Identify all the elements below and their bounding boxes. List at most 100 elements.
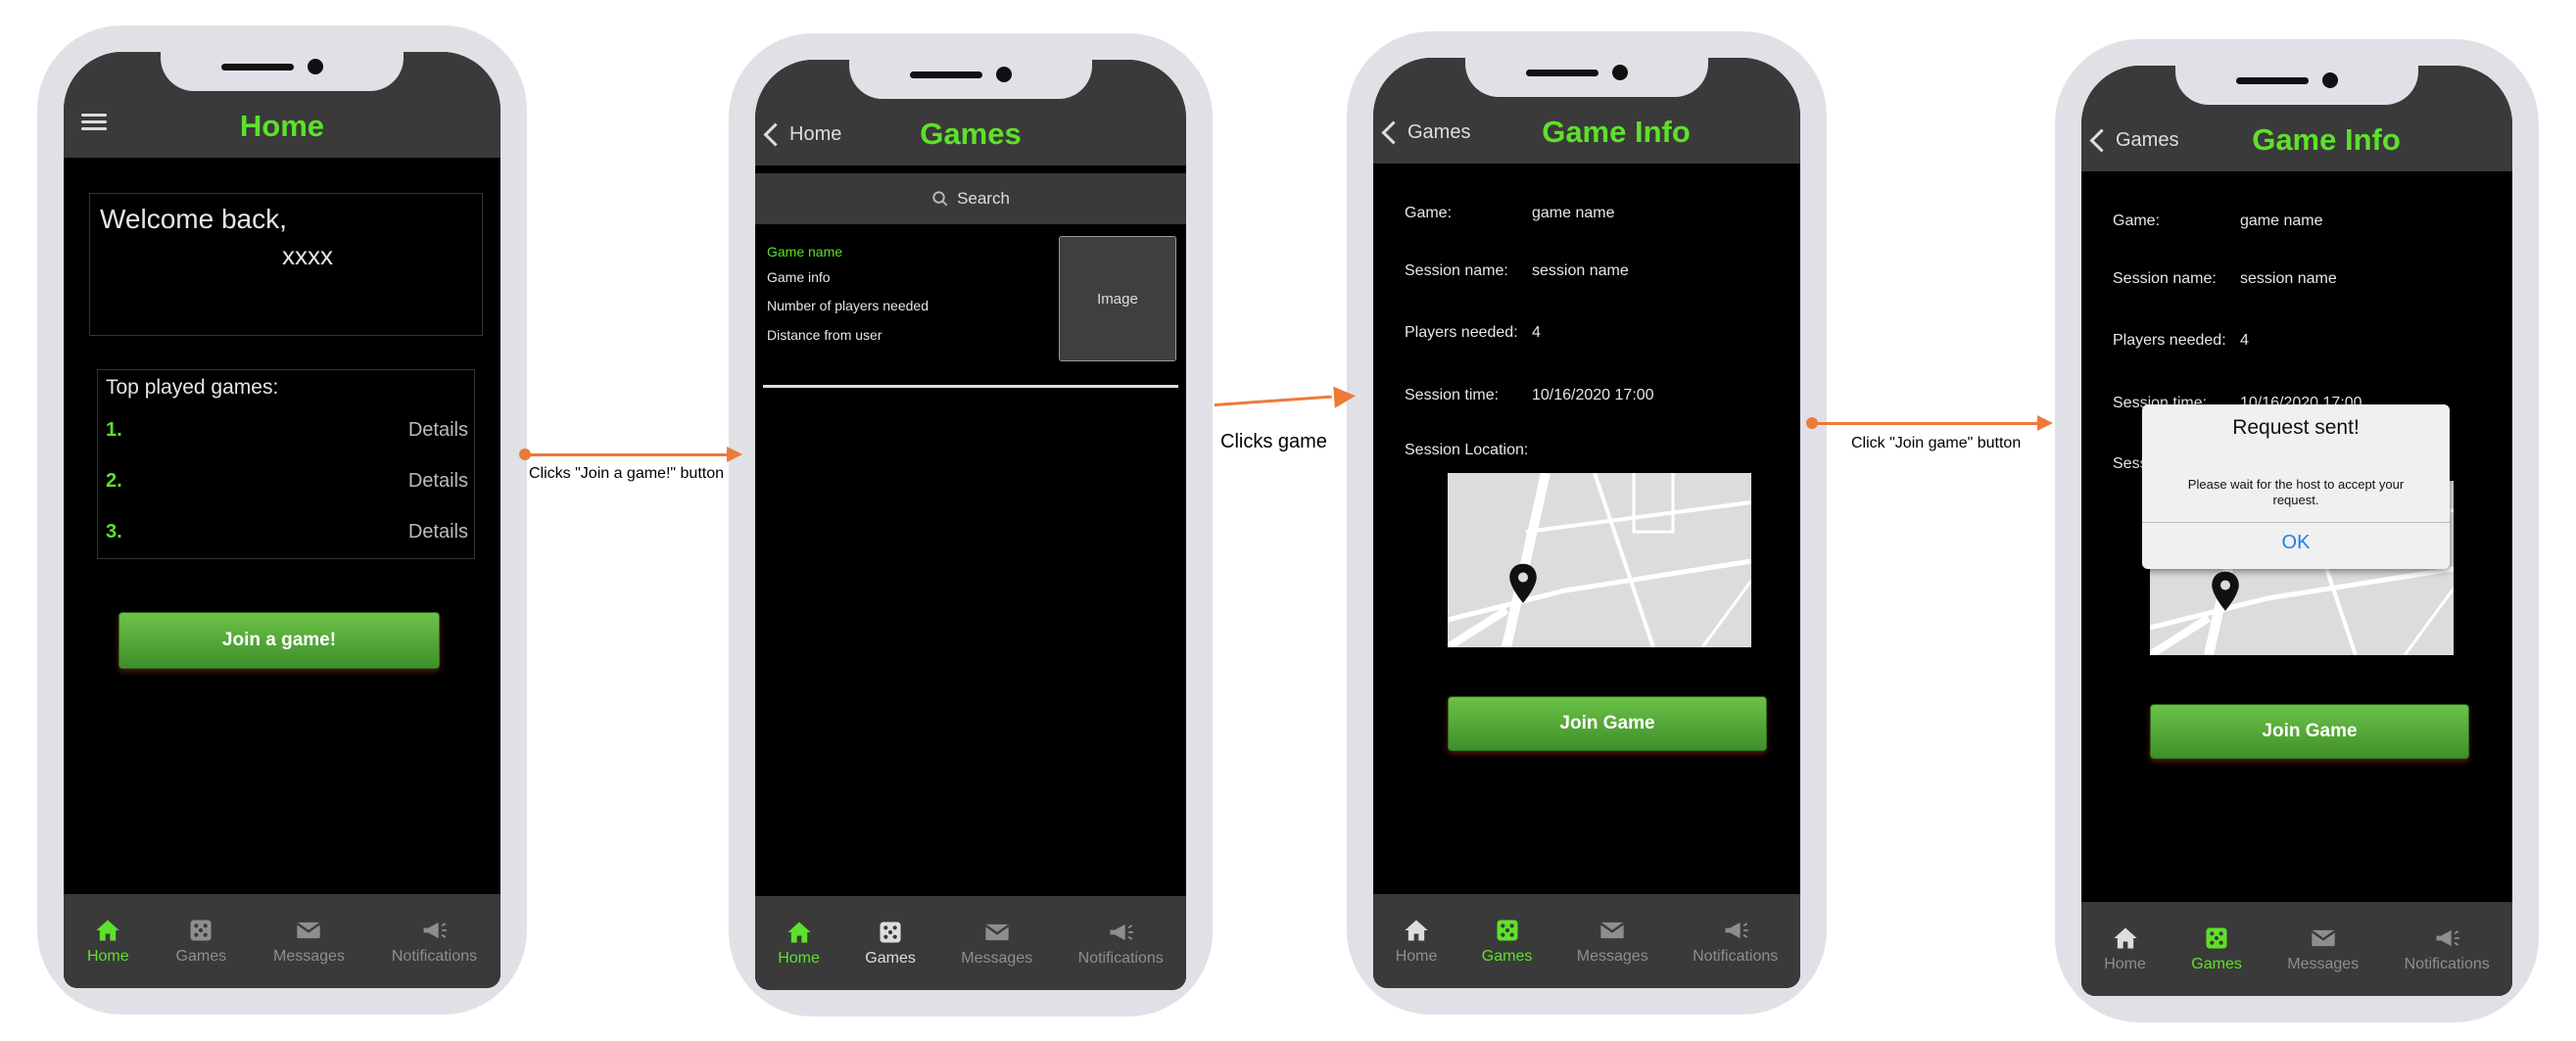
tab-bar: Home Games Messages Notifications [2081, 902, 2512, 996]
game-info-screen: Games Game Info Game: game name Session … [1373, 58, 1800, 988]
tab-label: Messages [1576, 948, 1648, 965]
phone-request-sent: Games Game Info Game: game name Session … [2055, 39, 2539, 1022]
details-link[interactable]: Details [408, 521, 468, 544]
distance: Distance from user [767, 327, 883, 343]
rank-number: 2. [106, 470, 122, 492]
phone-notch [1465, 58, 1708, 97]
search-input[interactable]: Search [957, 189, 1010, 209]
tab-label: Games [2191, 956, 2242, 972]
request-sent-dialog: Request sent! Please wait for the host t… [2142, 404, 2450, 569]
game-image-placeholder: Image [1059, 236, 1176, 361]
games-screen: Home Games Search Game name Game info Nu… [755, 60, 1186, 990]
players-needed: Number of players needed [767, 298, 929, 313]
tab-label: Messages [2287, 956, 2360, 972]
tab-label: Messages [273, 948, 345, 965]
tab-home[interactable]: Home [2104, 924, 2146, 973]
top-played-title: Top played games: [106, 376, 279, 399]
tab-home[interactable]: Home [1395, 917, 1438, 966]
join-game-button[interactable]: Join Game [2150, 704, 2469, 759]
page-title: Game Info [1542, 115, 1691, 149]
request-sent-screen: Games Game Info Game: game name Session … [2081, 66, 2512, 996]
tab-notifications[interactable]: Notifications [2405, 924, 2490, 973]
tab-games[interactable]: Games [1481, 917, 1533, 966]
tab-bar: Home Games Messages Notifications [1373, 894, 1800, 988]
phone-notch [161, 52, 404, 91]
tab-label: Home [86, 948, 129, 965]
tab-games[interactable]: Games [176, 917, 226, 966]
username-text: xxxx [282, 241, 333, 270]
flow-annotation: Click "Join game" button [1851, 435, 2022, 451]
tab-games[interactable]: Games [865, 919, 916, 968]
game-name: Game name [767, 244, 843, 260]
session-name-value: session name [2240, 270, 2337, 287]
envelope-icon [297, 922, 321, 939]
tab-games[interactable]: Games [2191, 924, 2242, 973]
search-bar[interactable]: Search [755, 173, 1186, 224]
megaphone-icon [423, 922, 448, 939]
dice-icon [1497, 920, 1518, 941]
arrow-line [1214, 395, 1332, 406]
page-title: Home [239, 109, 325, 143]
tab-label: Home [1395, 948, 1438, 965]
location-map[interactable] [1448, 473, 1751, 647]
tab-bar: Home Games Messages Notifications [755, 896, 1186, 990]
tab-label: Home [778, 950, 820, 967]
list-item[interactable]: 2. Details [106, 470, 468, 493]
join-game-button[interactable]: Join Game [1448, 696, 1767, 751]
page-title: Game Info [2252, 122, 2401, 157]
dice-icon [2206, 927, 2227, 949]
game-info: Game info [767, 269, 831, 285]
details-link[interactable]: Details [408, 419, 468, 442]
megaphone-icon [2436, 929, 2460, 947]
tab-messages[interactable]: Messages [961, 919, 1032, 968]
welcome-card: Welcome back, xxxx [89, 193, 483, 336]
tab-label: Games [1481, 948, 1533, 965]
session-time-label: Session time: [1405, 387, 1500, 403]
chevron-left-icon [2089, 128, 2114, 153]
players-needed-label: Players needed: [1405, 324, 1518, 341]
map-pin-icon [1509, 563, 1537, 603]
home-icon [1405, 920, 1428, 941]
image-label: Image [1097, 290, 1138, 308]
game-label: Game: [2113, 213, 2161, 229]
dialog-ok-button[interactable]: OK [2142, 532, 2450, 554]
phone-games: Home Games Search Game name Game info Nu… [729, 33, 1213, 1017]
tab-notifications[interactable]: Notifications [1078, 919, 1164, 968]
phone-notch [849, 60, 1092, 99]
flow-annotation: Clicks "Join a game!" button [529, 465, 725, 482]
phone-notch [2175, 66, 2418, 105]
arrow-line [525, 453, 733, 456]
session-time-value: 10/16/2020 17:00 [1532, 387, 1654, 403]
rank-number: 3. [106, 521, 122, 543]
tab-messages[interactable]: Messages [2287, 924, 2359, 973]
tab-home[interactable]: Home [87, 917, 129, 966]
map-pin-icon [2212, 571, 2239, 611]
game-value: game name [1532, 205, 1615, 221]
list-item[interactable]: 3. Details [106, 521, 468, 544]
tab-label: Notifications [1077, 950, 1164, 967]
home-icon [2113, 927, 2137, 949]
join-a-game-button[interactable]: Join a game! [119, 612, 440, 669]
tab-messages[interactable]: Messages [1577, 917, 1648, 966]
tab-label: Notifications [391, 948, 478, 965]
chevron-left-icon [1381, 120, 1406, 145]
flow-annotation: Clicks game [1220, 431, 1327, 452]
details-link[interactable]: Details [408, 470, 468, 493]
tab-home[interactable]: Home [778, 919, 820, 968]
phone-game-info: Games Game Info Game: game name Session … [1347, 31, 1827, 1015]
envelope-icon [2311, 929, 2336, 947]
players-needed-label: Players needed: [2113, 332, 2226, 349]
tab-notifications[interactable]: Notifications [1693, 917, 1778, 966]
tab-notifications[interactable]: Notifications [392, 917, 477, 966]
home-screen: Home Welcome back, xxxx Top played games… [64, 52, 501, 988]
game-list-item[interactable]: Game name Game info Number of players ne… [755, 236, 1186, 399]
divider [763, 385, 1178, 388]
tab-label: Home [2104, 956, 2146, 972]
players-needed-value: 4 [2240, 332, 2249, 349]
home-icon [96, 920, 119, 941]
list-item[interactable]: 1. Details [106, 419, 468, 442]
tab-messages[interactable]: Messages [273, 917, 345, 966]
tab-label: Messages [961, 950, 1033, 967]
arrow-line [1812, 422, 2039, 425]
arrow-head [2037, 415, 2053, 431]
